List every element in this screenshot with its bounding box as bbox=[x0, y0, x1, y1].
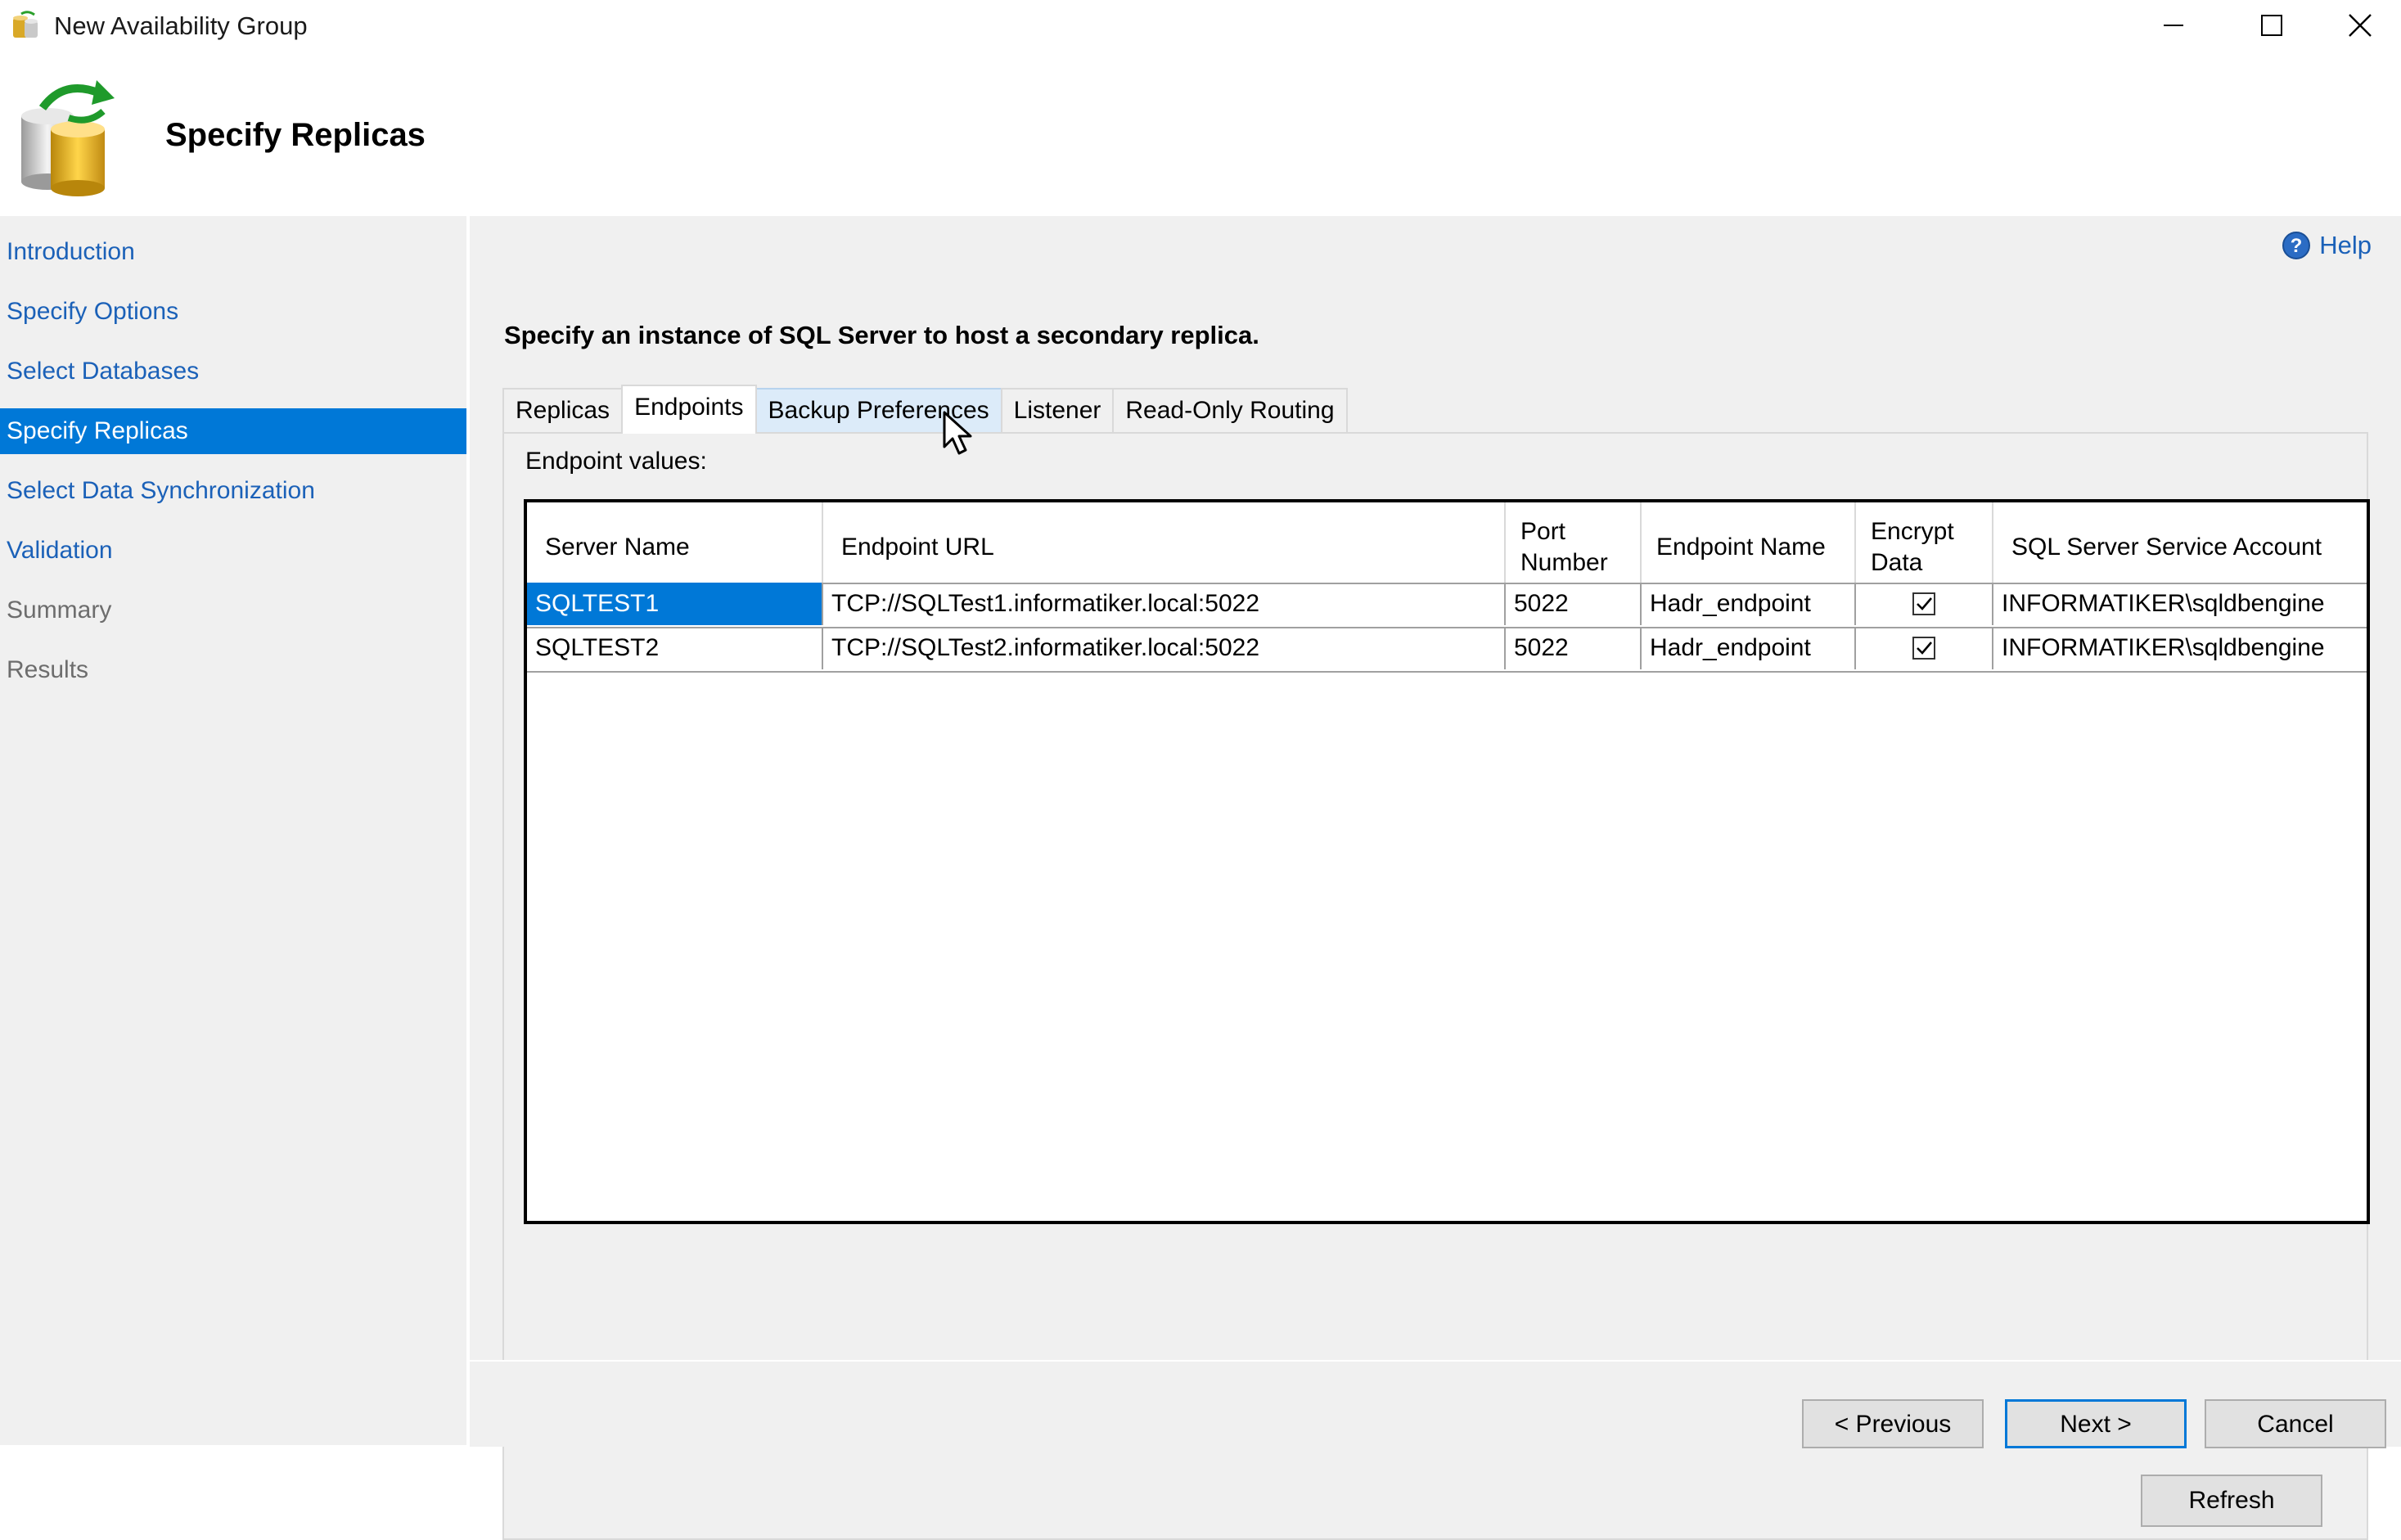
sidebar-item-summary: Summary bbox=[7, 597, 112, 624]
minimize-icon bbox=[2164, 25, 2183, 26]
close-window-button[interactable] bbox=[2319, 0, 2401, 51]
sidebar-item-introduction[interactable]: Introduction bbox=[0, 229, 466, 275]
cell-endpoint-url[interactable]: TCP://SQLTest1.informatiker.local:5022 bbox=[823, 583, 1506, 625]
column-header-server-name[interactable]: Server Name bbox=[527, 502, 823, 583]
close-icon bbox=[2349, 14, 2372, 37]
help-link[interactable]: ? Help bbox=[2282, 226, 2372, 265]
previous-button[interactable]: < Previous bbox=[1802, 1399, 1984, 1448]
cell-endpoint-name[interactable]: Hadr_endpoint bbox=[1642, 583, 1856, 625]
endpoint-values-label: Endpoint values: bbox=[525, 448, 707, 475]
cell-service-account[interactable]: INFORMATIKER\sqldbengine bbox=[1993, 583, 2367, 625]
cell-encrypt-data[interactable] bbox=[1856, 627, 1993, 669]
wizard-main-panel: ? Help Specify an instance of SQL Server… bbox=[470, 216, 2401, 1540]
sidebar-item-select-databases[interactable]: Select Databases bbox=[0, 349, 466, 394]
column-header-encrypt-data[interactable]: Encrypt Data bbox=[1856, 502, 1993, 583]
help-icon: ? bbox=[2282, 232, 2311, 259]
window-title: New Availability Group bbox=[54, 11, 308, 40]
database-refresh-icon bbox=[15, 75, 129, 198]
minimize-button[interactable] bbox=[2124, 0, 2223, 51]
app-icon bbox=[10, 10, 43, 41]
tab-strip: Replicas Endpoints Backup Preferences Li… bbox=[502, 385, 1348, 434]
maximize-icon bbox=[2261, 15, 2282, 36]
page-title: Specify Replicas bbox=[165, 117, 426, 153]
tab-listener[interactable]: Listener bbox=[1000, 388, 1115, 434]
svg-text:?: ? bbox=[2291, 235, 2303, 257]
mouse-cursor-icon bbox=[943, 411, 972, 455]
grid-header-row: Server Name Endpoint URL Port Number End… bbox=[527, 502, 2367, 584]
next-button[interactable]: Next > bbox=[2005, 1399, 2187, 1448]
column-header-service-account[interactable]: SQL Server Service Account bbox=[1993, 502, 2367, 583]
sidebar-item-specify-options[interactable]: Specify Options bbox=[0, 289, 466, 335]
cell-port-number[interactable]: 5022 bbox=[1506, 627, 1642, 669]
column-header-endpoint-name[interactable]: Endpoint Name bbox=[1642, 502, 1856, 583]
tab-replicas[interactable]: Replicas bbox=[502, 388, 624, 434]
column-header-port-number[interactable]: Port Number bbox=[1506, 502, 1642, 583]
title-bar: New Availability Group bbox=[0, 0, 2401, 51]
cell-server-name[interactable]: SQLTEST1 bbox=[527, 583, 823, 625]
wizard-header: Specify Replicas bbox=[0, 51, 2401, 216]
table-row[interactable]: SQLTEST2 TCP://SQLTest2.informatiker.loc… bbox=[527, 627, 2367, 673]
wizard-sidebar: Introduction Specify Options Select Data… bbox=[0, 216, 468, 1445]
instruction-text: Specify an instance of SQL Server to hos… bbox=[504, 321, 1259, 349]
cancel-button[interactable]: Cancel bbox=[2205, 1399, 2386, 1448]
table-row[interactable]: SQLTEST1 TCP://SQLTest1.informatiker.loc… bbox=[527, 583, 2367, 628]
sidebar-item-results: Results bbox=[7, 656, 89, 683]
cell-service-account[interactable]: INFORMATIKER\sqldbengine bbox=[1993, 627, 2367, 669]
refresh-button[interactable]: Refresh bbox=[2141, 1475, 2322, 1527]
cell-endpoint-name[interactable]: Hadr_endpoint bbox=[1642, 627, 1856, 669]
wizard-footer: < Previous Next > Cancel bbox=[470, 1360, 2401, 1448]
cell-encrypt-data[interactable] bbox=[1856, 583, 1993, 625]
encrypt-checkbox[interactable] bbox=[1912, 592, 1935, 615]
column-header-endpoint-url[interactable]: Endpoint URL bbox=[823, 502, 1506, 583]
cell-endpoint-url[interactable]: TCP://SQLTest2.informatiker.local:5022 bbox=[823, 627, 1506, 669]
encrypt-checkbox[interactable] bbox=[1912, 637, 1935, 660]
maximize-button[interactable] bbox=[2223, 0, 2321, 51]
endpoints-grid[interactable]: Server Name Endpoint URL Port Number End… bbox=[524, 499, 2370, 1224]
tab-read-only-routing[interactable]: Read-Only Routing bbox=[1112, 388, 1348, 434]
help-label: Help bbox=[2319, 231, 2372, 259]
cell-server-name[interactable]: SQLTEST2 bbox=[527, 627, 823, 669]
sidebar-item-specify-replicas[interactable]: Specify Replicas bbox=[0, 408, 466, 454]
sidebar-item-validation[interactable]: Validation bbox=[0, 528, 466, 574]
tab-endpoints[interactable]: Endpoints bbox=[621, 385, 757, 434]
sidebar-item-select-data-synchronization[interactable]: Select Data Synchronization bbox=[0, 468, 466, 514]
cell-port-number[interactable]: 5022 bbox=[1506, 583, 1642, 625]
